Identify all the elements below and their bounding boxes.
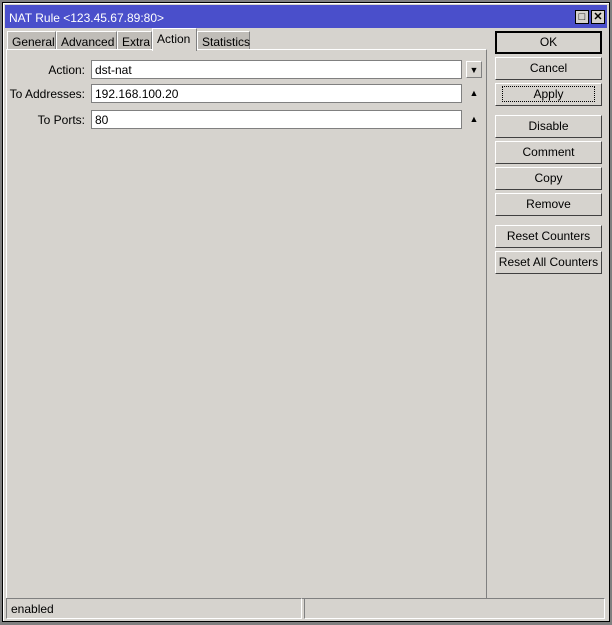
- to-addresses-label: To Addresses:: [9, 87, 85, 101]
- cancel-button[interactable]: Cancel: [495, 57, 602, 80]
- action-panel: Action: dst-nat ▼ To Addresses: 192.168.…: [6, 49, 487, 599]
- to-ports-input[interactable]: 80: [91, 110, 462, 129]
- remove-button[interactable]: Remove: [495, 193, 602, 216]
- action-label: Action:: [48, 63, 85, 77]
- reset-all-counters-button[interactable]: Reset All Counters: [495, 251, 602, 274]
- ok-button[interactable]: OK: [495, 31, 602, 54]
- collapse-up-icon[interactable]: ▲: [466, 85, 482, 102]
- apply-label: Apply: [502, 86, 595, 102]
- tab-statistics[interactable]: Statistics: [197, 31, 250, 50]
- tab-advanced[interactable]: Advanced: [56, 31, 117, 50]
- close-icon[interactable]: ✕: [591, 10, 605, 24]
- window-title: NAT Rule <123.45.67.89:80>: [9, 11, 165, 25]
- action-select[interactable]: dst-nat: [91, 60, 462, 79]
- status-secondary: [304, 598, 605, 619]
- copy-button[interactable]: Copy: [495, 167, 602, 190]
- status-enabled: enabled: [6, 598, 302, 619]
- comment-button[interactable]: Comment: [495, 141, 602, 164]
- tab-extra[interactable]: Extra: [117, 31, 152, 50]
- title-bar: NAT Rule <123.45.67.89:80> □ ✕: [5, 5, 607, 28]
- nat-rule-window: NAT Rule <123.45.67.89:80> □ ✕ General A…: [2, 2, 610, 622]
- collapse-up-icon[interactable]: ▲: [466, 111, 482, 128]
- tab-general[interactable]: General: [7, 31, 56, 50]
- to-addresses-input[interactable]: 192.168.100.20: [91, 84, 462, 103]
- reset-counters-button[interactable]: Reset Counters: [495, 225, 602, 248]
- to-ports-label: To Ports:: [37, 113, 85, 127]
- maximize-icon[interactable]: □: [575, 10, 589, 24]
- tab-action[interactable]: Action: [152, 28, 197, 51]
- dropdown-arrow-icon[interactable]: ▼: [466, 61, 482, 78]
- disable-button[interactable]: Disable: [495, 115, 602, 138]
- apply-button[interactable]: Apply: [495, 83, 602, 106]
